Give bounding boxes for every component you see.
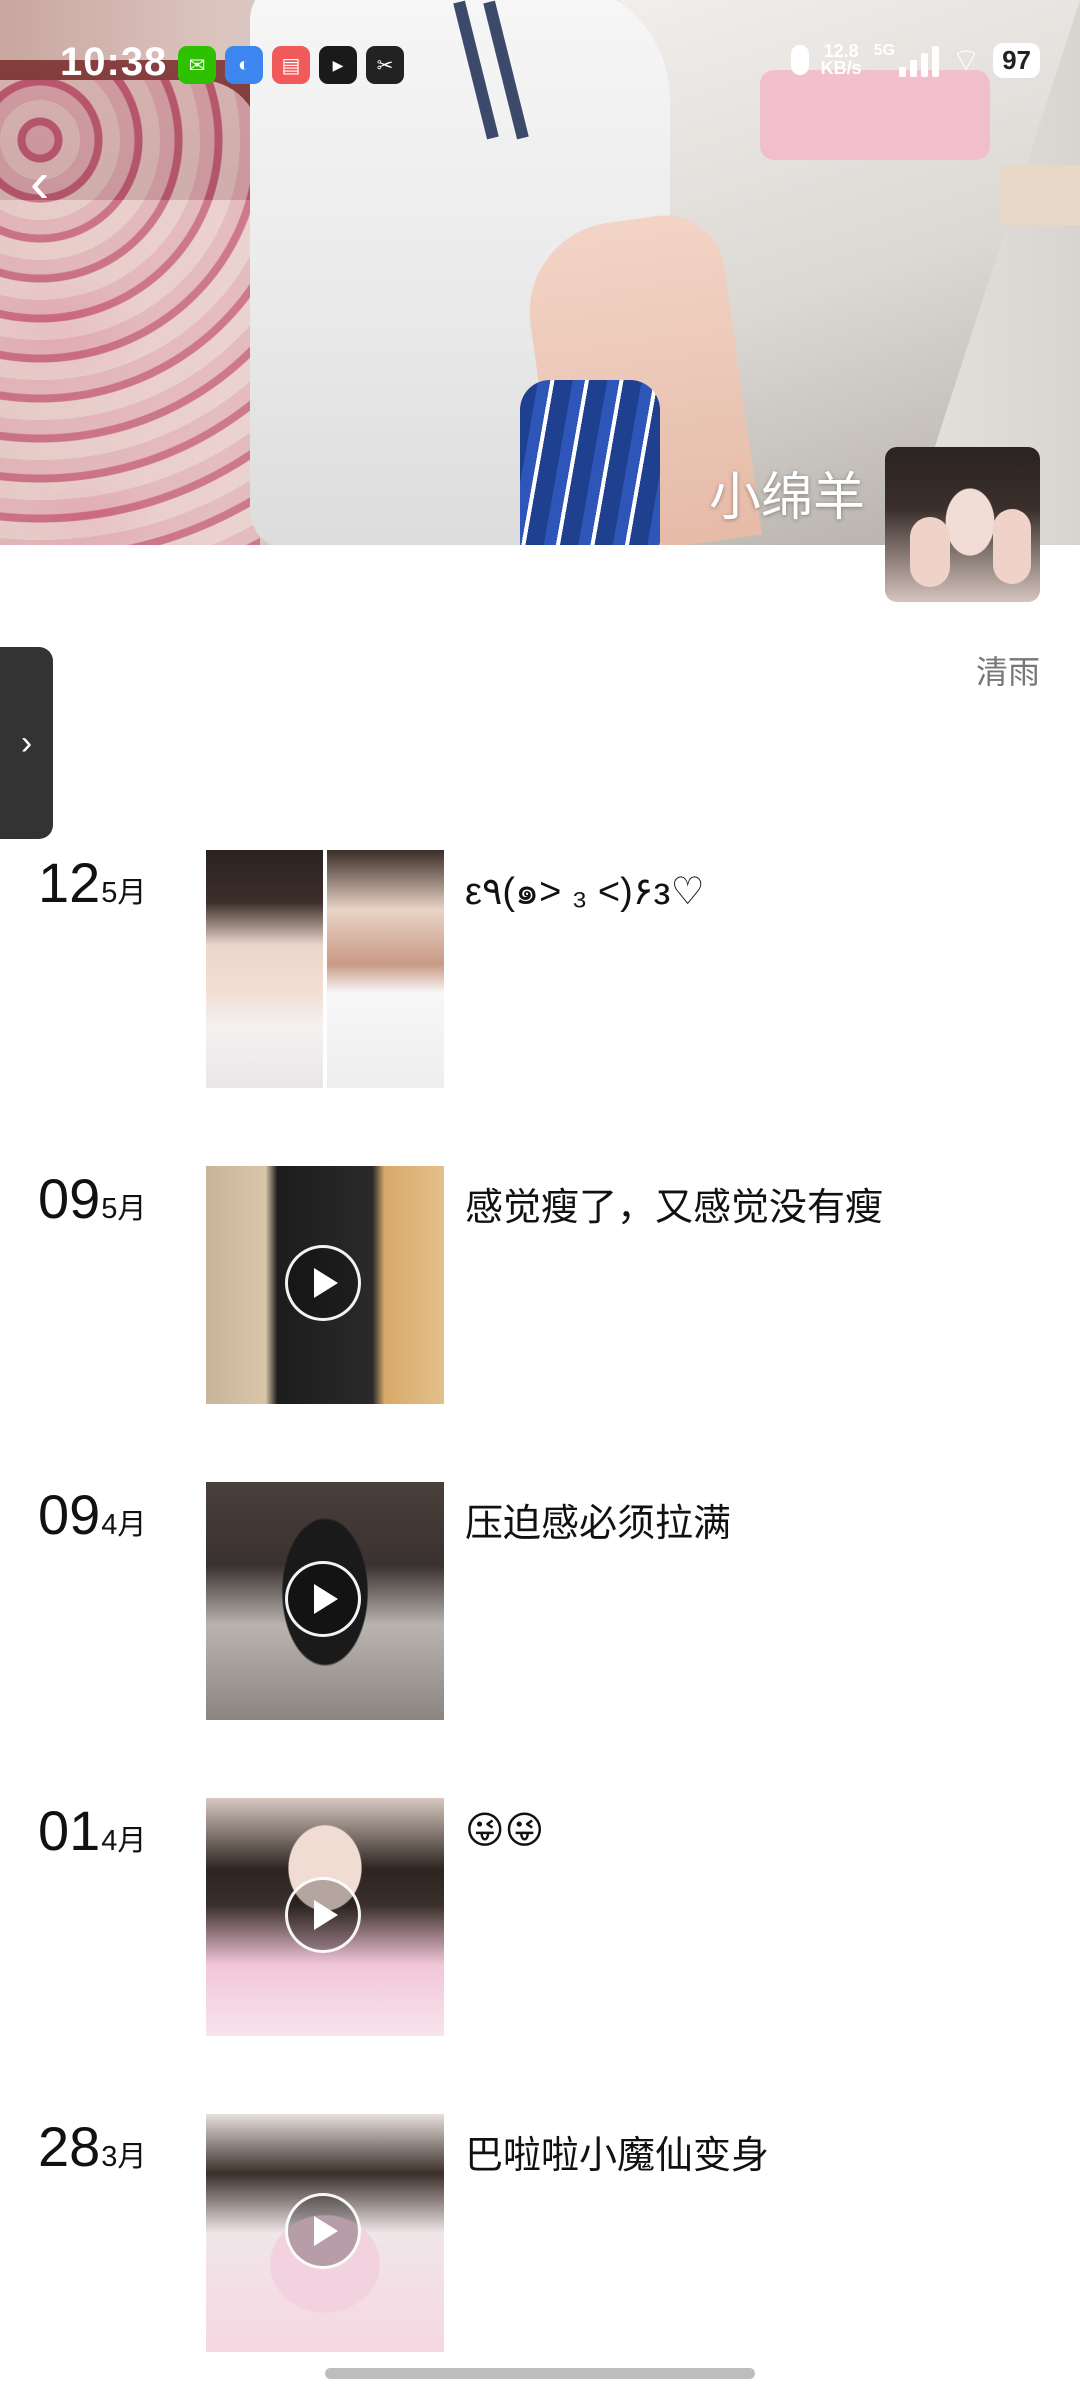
post-thumbnail[interactable]: [206, 1798, 444, 2036]
cover-person-shorts: [520, 380, 660, 545]
moment-post[interactable]: 014月 😜😜: [0, 1798, 1080, 2038]
photo-left: [206, 850, 323, 1088]
status-bar: 10:38 ✉ ◐ ▤ ▶ ✂ 12.8 KB/s 5G ⌔ 97: [0, 0, 1080, 130]
wifi-icon: ⌔: [950, 42, 982, 78]
chevron-right-icon: ›: [20, 723, 33, 762]
moment-post[interactable]: 095月 感觉瘦了，又感觉没有瘦: [0, 1166, 1080, 1406]
moment-post[interactable]: 094月 压迫感必须拉满: [0, 1482, 1080, 1722]
cover-box: [1000, 165, 1080, 225]
moment-post[interactable]: 283月 巴啦啦小魔仙变身: [0, 2114, 1080, 2354]
post-caption: 😜😜: [465, 1810, 545, 1852]
post-caption: 巴啦啦小魔仙变身: [465, 2135, 770, 2177]
post-thumbnail[interactable]: [206, 2114, 444, 2352]
post-month: 3月: [101, 2141, 147, 2173]
capcut-icon: ✂: [366, 46, 404, 84]
network-type: 5G: [873, 42, 895, 59]
app-icon-red: ▤: [272, 46, 310, 84]
network-speed: 12.8 KB/s: [820, 42, 862, 78]
post-date: 283月: [38, 2114, 146, 2179]
post-day: 01: [38, 1799, 101, 1862]
post-date: 095月: [38, 1166, 146, 1231]
side-drawer-handle[interactable]: ›: [0, 647, 53, 839]
microphone-icon: [790, 45, 809, 75]
post-thumbnail[interactable]: [206, 1166, 444, 1404]
network-speed-unit: KB/s: [820, 58, 862, 78]
avatar-hand: [993, 509, 1031, 584]
profile-signature: 清雨: [975, 654, 1040, 690]
post-caption: 感觉瘦了，又感觉没有瘦: [465, 1187, 884, 1229]
play-icon: [285, 1561, 361, 1637]
post-date: 094月: [38, 1482, 146, 1547]
post-day: 12: [38, 851, 101, 914]
post-thumbnail[interactable]: [206, 850, 444, 1088]
post-date: 125月: [38, 850, 146, 915]
home-indicator[interactable]: [325, 2368, 755, 2379]
profile-name: 小绵羊: [708, 469, 865, 527]
video-app-icon: ▶: [319, 46, 357, 84]
avatar[interactable]: [885, 447, 1040, 602]
post-day: 09: [38, 1483, 101, 1546]
back-button[interactable]: ‹: [30, 154, 80, 215]
system-status: 12.8 KB/s 5G ⌔ 97: [790, 40, 1040, 80]
chevron-left-icon: ‹: [30, 150, 50, 215]
app-icon-blue: ◐: [225, 46, 263, 84]
play-icon: [285, 1877, 361, 1953]
cellular-signal-icon: [898, 43, 939, 77]
post-month: 5月: [101, 1193, 147, 1225]
play-icon: [285, 1245, 361, 1321]
photo-right: [327, 850, 444, 1088]
play-icon: [285, 2193, 361, 2269]
post-month: 4月: [101, 1509, 147, 1541]
post-month: 4月: [101, 1825, 147, 1857]
battery-indicator: 97: [993, 42, 1040, 78]
post-month: 5月: [101, 877, 147, 909]
post-caption: 压迫感必须拉满: [465, 1503, 732, 1545]
notification-icons: ✉ ◐ ▤ ▶ ✂: [178, 46, 404, 84]
avatar-hand: [910, 517, 950, 587]
moment-post[interactable]: 125月 ε٩(๑> ₃ <)۶з♡: [0, 850, 1080, 1090]
status-time: 10:38: [60, 40, 168, 84]
wechat-icon: ✉: [178, 46, 216, 84]
post-caption: ε٩(๑> ₃ <)۶з♡: [465, 871, 705, 913]
post-thumbnail[interactable]: [206, 1482, 444, 1720]
post-date: 014月: [38, 1798, 146, 1863]
post-day: 09: [38, 1167, 101, 1230]
post-day: 28: [38, 2115, 101, 2178]
